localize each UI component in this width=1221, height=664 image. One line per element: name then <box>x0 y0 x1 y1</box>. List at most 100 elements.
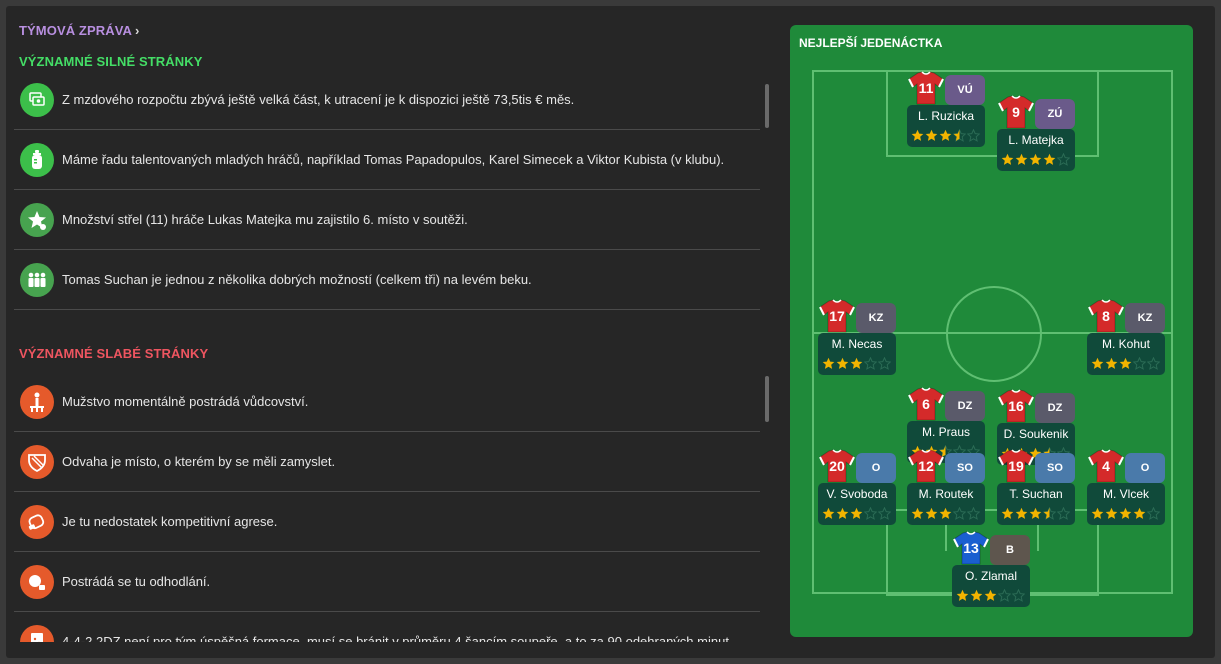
strength-text: Z mzdového rozpočtu zbývá ještě velká čá… <box>62 92 575 107</box>
star-icon <box>1001 507 1014 519</box>
shirt-icon: 17 <box>818 299 856 333</box>
star-icon <box>1133 357 1146 370</box>
strengths-list[interactable]: Z mzdového rozpočtu zbývá ještě velká čá… <box>14 70 760 322</box>
star-icon <box>850 357 863 369</box>
weakness-text: Mužstvo momentálně postrádá vůdcovství. <box>62 394 309 409</box>
player-card[interactable]: O 4 M. Vlcek <box>1087 449 1167 529</box>
star-icon <box>1133 507 1146 519</box>
list-item: Je tu nedostatek kompetitivní agrese. <box>14 492 760 552</box>
position-badge: ZÚ <box>1035 99 1075 129</box>
player-card[interactable]: KZ 8 M. Kohut <box>1087 299 1167 379</box>
player-name: M. Kohut <box>1101 337 1151 351</box>
list-item: Máme řadu talentovaných mladých hráčů, n… <box>14 130 760 190</box>
list-item: Množství střel (11) hráče Lukas Matejka … <box>14 190 760 250</box>
star-icon <box>953 507 966 520</box>
position-badge: KZ <box>1125 303 1165 333</box>
position-badge: B <box>990 535 1030 565</box>
star-icon <box>911 129 924 141</box>
star-icon <box>1029 153 1042 165</box>
position-badge: KZ <box>856 303 896 333</box>
star-icon <box>836 357 849 369</box>
shirt-icon: 20 <box>818 449 856 483</box>
player-label: M. Necas <box>818 333 896 375</box>
courage-icon <box>20 444 54 479</box>
star-icon <box>967 507 980 520</box>
player-card[interactable]: SO 19 T. Suchan <box>997 449 1077 529</box>
star-icon <box>967 129 980 142</box>
player-label: M. Routek <box>907 483 985 525</box>
centre-circle <box>946 286 1042 382</box>
star-icon <box>925 507 938 519</box>
star-icon <box>939 129 952 141</box>
rating-stars <box>1091 357 1160 371</box>
shirt-number: 4 <box>1102 458 1110 474</box>
team-report-title[interactable]: TÝMOVÁ ZPRÁVA <box>19 23 132 38</box>
star-icon <box>1015 507 1028 519</box>
list-item: 4-4-2 2DZ není pro tým úspěšná formace, … <box>14 612 760 642</box>
player-card[interactable]: KZ 17 M. Necas <box>818 299 898 379</box>
player-label: L. Matejka <box>997 129 1075 171</box>
best-eleven-card: NEJLEPŠÍ JEDENÁCTKA VÚ 11 L. Ruzicka ZÚ 9 L… <box>790 25 1193 637</box>
shirt-icon: 13 <box>952 531 990 565</box>
weaknesses-scrollbar[interactable] <box>765 376 769 422</box>
star-icon <box>925 129 938 141</box>
baby-bottle-icon <box>20 142 54 177</box>
shirt-number: 12 <box>918 458 934 474</box>
best-eleven-title: NEJLEPŠÍ JEDENÁCTKA <box>799 36 943 50</box>
player-name: O. Zlamal <box>964 569 1017 583</box>
star-icon <box>970 589 983 601</box>
player-name: M. Necas <box>831 337 883 351</box>
player-name: L. Matejka <box>1008 133 1064 147</box>
star-icon <box>1029 507 1042 519</box>
player-card[interactable]: B 13 O. Zlamal <box>952 531 1032 611</box>
rating-stars <box>1001 153 1070 167</box>
star-icon <box>939 507 952 519</box>
star-icon <box>1147 357 1160 370</box>
shirt-icon: 4 <box>1087 449 1125 483</box>
rating-stars <box>956 589 1025 603</box>
player-name: D. Soukenik <box>1003 427 1069 441</box>
star-player-icon <box>20 202 54 237</box>
shirt-number: 6 <box>922 396 930 412</box>
shirt-number: 17 <box>829 308 845 324</box>
star-icon <box>998 589 1011 602</box>
list-item: Odvaha je místo, o kterém by se měli zam… <box>14 432 760 492</box>
weaknesses-list[interactable]: Mužstvo momentálně postrádá vůdcovství. … <box>14 372 760 642</box>
position-badge: DZ <box>945 391 985 421</box>
player-label: V. Svoboda <box>818 483 896 525</box>
weakness-text: 4-4-2 2DZ není pro tým úspěšná formace, … <box>62 634 733 642</box>
star-icon <box>864 357 877 370</box>
rating-stars <box>1001 507 1070 521</box>
team-report-link[interactable]: TÝMOVÁ ZPRÁVA › <box>19 23 139 38</box>
strengths-scrollbar[interactable] <box>765 84 769 128</box>
weakness-text: Je tu nedostatek kompetitivní agrese. <box>62 514 278 529</box>
star-icon <box>956 589 969 601</box>
shirt-icon: 9 <box>997 95 1035 129</box>
player-label: M. Kohut <box>1087 333 1165 375</box>
player-name: T. Suchan <box>1009 487 1063 501</box>
star-icon <box>953 129 966 142</box>
player-card[interactable]: O 20 V. Svoboda <box>818 449 898 529</box>
position-badge: O <box>1125 453 1165 483</box>
star-icon <box>836 507 849 519</box>
rating-stars <box>911 129 980 143</box>
position-badge: VÚ <box>945 75 985 105</box>
list-item: Mužstvo momentálně postrádá vůdcovství. <box>14 372 760 432</box>
shirt-number: 19 <box>1008 458 1024 474</box>
star-icon <box>1043 507 1056 520</box>
shirt-number: 11 <box>918 80 934 96</box>
player-card[interactable]: VÚ 11 L. Ruzicka <box>907 71 987 151</box>
player-card[interactable]: ZÚ 9 L. Matejka <box>997 95 1077 175</box>
rating-stars <box>822 507 891 521</box>
star-icon <box>1057 507 1070 520</box>
star-icon <box>1001 153 1014 165</box>
chevron-right-icon: › <box>135 23 140 38</box>
player-label: M. Vlcek <box>1087 483 1165 525</box>
shirt-number: 9 <box>1012 104 1020 120</box>
star-icon <box>822 357 835 369</box>
weaknesses-title: VÝZNAMNÉ SLABÉ STRÁNKY <box>19 346 209 361</box>
star-icon <box>1147 507 1160 520</box>
player-card[interactable]: SO 12 M. Routek <box>907 449 987 529</box>
position-badge: O <box>856 453 896 483</box>
player-name: V. Svoboda <box>826 487 888 501</box>
